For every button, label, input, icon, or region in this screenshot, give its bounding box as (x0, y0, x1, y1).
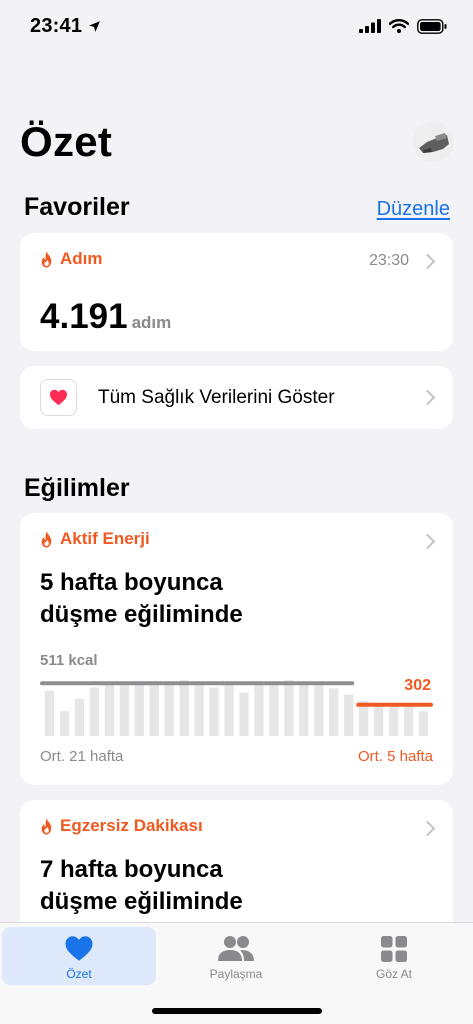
steps-card-header: Adım (40, 249, 103, 269)
status-bar: 23:41 (0, 0, 473, 52)
status-icons (359, 18, 447, 34)
chevron-right-icon (419, 820, 436, 837)
avatar[interactable] (413, 122, 453, 162)
trend-bar (59, 711, 70, 736)
tab-summary-label: Özet (66, 967, 92, 981)
exercise-minutes-headline-line2: düşme eğiliminde (40, 888, 243, 915)
active-energy-card-header: Aktif Enerji (40, 529, 150, 549)
trend-bar (239, 692, 249, 736)
steps-card[interactable]: Adım 23:30 4.191 adım (20, 233, 453, 351)
flame-icon (41, 251, 52, 267)
trend-bar (119, 685, 129, 736)
trend-bar (284, 680, 294, 736)
heart-icon (50, 389, 67, 406)
trend-bar (373, 706, 384, 736)
active-energy-headline-line1: 5 hafta boyunca (40, 569, 223, 596)
tab-sharing[interactable]: Paylaşma (159, 927, 313, 985)
trend-bar (194, 682, 204, 736)
exercise-minutes-trend-card[interactable]: Egzersiz Dakikası 7 hafta boyunca düşme … (20, 800, 453, 940)
active-energy-card-title: Aktif Enerji (60, 529, 150, 548)
trend-bar (179, 680, 189, 736)
steps-unit: adım (131, 313, 172, 332)
trend-bar (254, 684, 264, 736)
flame-icon (41, 818, 52, 834)
chevron-right-icon (419, 533, 436, 550)
status-time: 23:41 (30, 14, 83, 37)
trend-bar (74, 698, 85, 736)
exercise-minutes-headline: 7 hafta boyunca düşme eğiliminde (40, 854, 243, 918)
chevron-right-icon (419, 389, 436, 406)
cellular-signal-icon (359, 19, 381, 33)
trend-bar (149, 681, 159, 736)
trend-bar (388, 707, 399, 736)
profile-photo-icon (413, 122, 453, 162)
edit-favorites-link[interactable]: Düzenle (377, 198, 450, 221)
active-energy-trend-card[interactable]: Aktif Enerji 5 hafta boyunca düşme eğili… (20, 513, 453, 785)
page-title: Özet (20, 118, 113, 165)
trend-bar (224, 684, 234, 736)
exercise-minutes-headline-line1: 7 hafta boyunca (40, 856, 223, 883)
active-energy-trend-chart (40, 680, 433, 736)
tab-summary[interactable]: Özet (2, 927, 156, 985)
avg-long-caption: Ort. 21 hafta (40, 748, 124, 765)
tab-sharing-label: Paylaşma (209, 967, 263, 981)
show-all-health-data-row[interactable]: Tüm Sağlık Verilerini Göster (20, 366, 453, 429)
home-indicator (152, 1008, 322, 1014)
trend-bar (164, 684, 174, 736)
trend-bar (314, 685, 324, 736)
trend-bar (134, 683, 144, 736)
location-arrow-icon (89, 20, 101, 32)
exercise-minutes-card-header: Egzersiz Dakikası (40, 816, 203, 836)
trend-bar (299, 682, 309, 736)
trend-bar (269, 682, 279, 736)
show-all-health-data-label: Tüm Sağlık Verilerini Göster (98, 387, 335, 408)
people-icon (218, 936, 254, 961)
trend-bar (344, 694, 354, 736)
tab-browse[interactable]: Göz At (317, 927, 471, 985)
steps-value-group: 4.191 adım (40, 297, 171, 337)
flame-icon (41, 531, 52, 547)
trend-bar (44, 690, 55, 736)
trend-bar (104, 684, 114, 736)
battery-icon (417, 18, 447, 34)
chevron-right-icon (419, 253, 436, 270)
exercise-minutes-card-title: Egzersiz Dakikası (60, 816, 203, 835)
health-app-tile (40, 379, 77, 416)
trends-section-title: Eğilimler (24, 474, 130, 502)
trend-bar (329, 688, 339, 736)
trend-bar (403, 705, 414, 736)
heart-icon (65, 936, 93, 961)
wifi-icon (389, 19, 409, 33)
trend-bar (418, 711, 429, 736)
steps-card-time: 23:30 (368, 252, 409, 269)
active-energy-headline: 5 hafta boyunca düşme eğiliminde (40, 567, 243, 631)
active-energy-headline-line2: düşme eğiliminde (40, 601, 243, 628)
trend-bar (89, 687, 100, 736)
tab-browse-label: Göz At (375, 967, 413, 981)
steps-value: 4.191 (40, 297, 128, 336)
favorites-section-title: Favoriler (24, 193, 130, 221)
avg-short-caption: Ort. 5 hafta (357, 748, 433, 765)
status-time-group: 23:41 (30, 15, 101, 38)
trend-bar (209, 687, 219, 736)
grid-icon (381, 936, 407, 962)
steps-card-title: Adım (60, 249, 103, 268)
